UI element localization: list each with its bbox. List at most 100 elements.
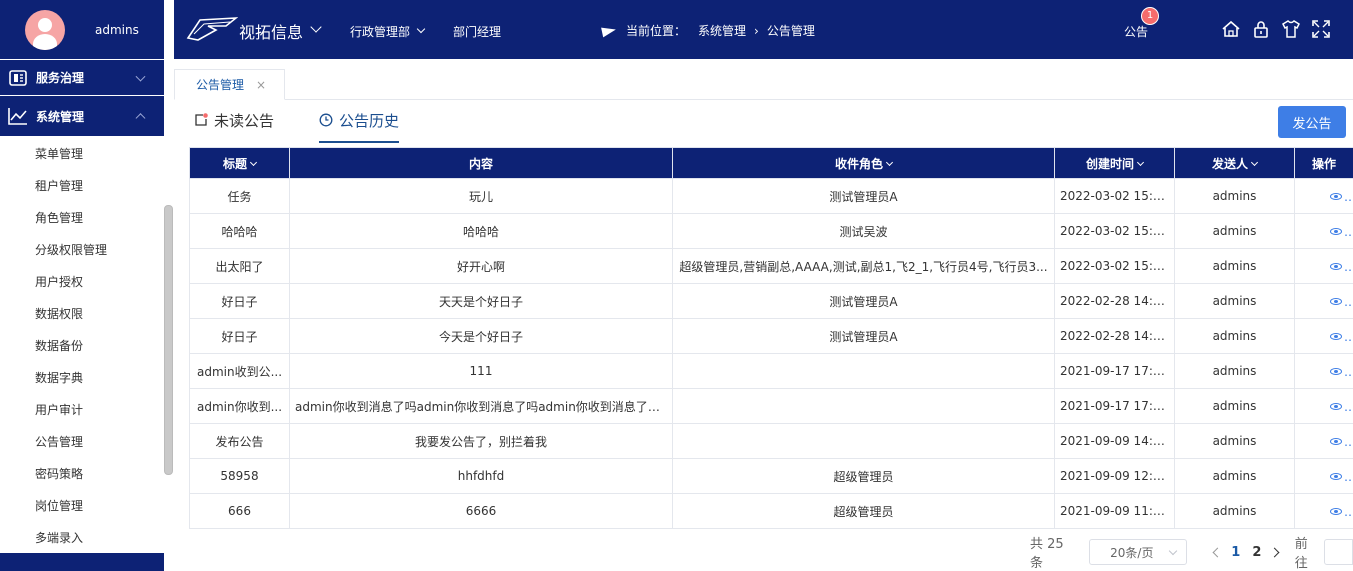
sort-icon[interactable] (1250, 158, 1259, 166)
publish-notice-button[interactable]: 发公告 (1278, 106, 1346, 138)
sidebar-group-next[interactable] (0, 553, 164, 571)
cell-time: 2021-09-17 17:31... (1054, 353, 1175, 389)
cell-title: 哈哈哈 (189, 213, 290, 249)
sort-icon[interactable] (885, 158, 894, 166)
total-count: 共 25 条 (1030, 537, 1064, 571)
sidebar-item-data-backup[interactable]: 数据备份 (0, 330, 164, 362)
cell-content: hhfdhfd (289, 458, 673, 494)
cell-content: 玩儿 (289, 178, 673, 214)
cell-sender: admins (1174, 423, 1295, 459)
sidebar-item-tenant[interactable]: 租户管理 (0, 170, 164, 202)
cell-time: 2022-02-28 14:31... (1054, 283, 1175, 319)
tab-notice-history[interactable]: 公告历史 (319, 110, 400, 143)
brand-name[interactable]: 视拓信息 (239, 19, 303, 43)
eye-icon[interactable] (1330, 227, 1342, 235)
table-header-row: 标题 内容 收件角色 创建时间 发送人 操作 (189, 147, 1353, 179)
notice-table: 标题 内容 收件角色 创建时间 发送人 操作 任务 玩儿测试管理员A 2022-03… (189, 147, 1353, 530)
column-header-roles[interactable]: 收件角色 (672, 147, 1055, 179)
shirt-icon[interactable] (1281, 19, 1301, 39)
sidebar-item-multi-entry[interactable]: 多端录入 (0, 522, 164, 554)
cell-roles: 测试管理员A (672, 318, 1055, 354)
sidebar-item-user-audit[interactable]: 用户审计 (0, 394, 164, 426)
notice-link[interactable]: 公告 (1124, 23, 1148, 40)
notice-badge: 1 (1141, 7, 1159, 25)
chevron-down-icon (1168, 546, 1177, 556)
lock-icon[interactable] (1251, 19, 1271, 39)
page-number[interactable]: 1 (1231, 545, 1240, 560)
cell-actions: 详 (1294, 493, 1353, 529)
sidebar-scrollbar[interactable] (164, 205, 173, 475)
sidebar-item-user-auth[interactable]: 用户授权 (0, 266, 164, 298)
cell-content: 天天是个好日子 (289, 283, 673, 319)
cell-content: 111 (289, 353, 673, 389)
cell-actions: 详 (1294, 213, 1353, 249)
eye-icon[interactable] (1330, 367, 1342, 375)
close-icon[interactable]: × (256, 78, 266, 92)
nav-role[interactable]: 部门经理 (453, 23, 501, 40)
cell-time: 2022-02-28 14:29... (1054, 318, 1175, 354)
sidebar-group-label: 系统管理 (36, 109, 85, 124)
brand-logo (186, 17, 238, 41)
nav-department[interactable]: 行政管理部 (350, 23, 410, 40)
chevron-down-icon[interactable] (310, 21, 322, 33)
sidebar-item-role[interactable]: 角色管理 (0, 202, 164, 234)
tab-unread-notice[interactable]: 未读公告 (194, 110, 274, 142)
cell-time: 2022-03-02 15:30... (1054, 213, 1175, 249)
page-size-select[interactable]: 20条/页 (1089, 539, 1187, 565)
sidebar-group-service[interactable]: 服务治理 (0, 60, 164, 95)
eye-icon[interactable] (1330, 297, 1342, 305)
table-row: 发布公告 我要发公告了，别拦着我 2021-09-09 14:27... admins… (189, 423, 1353, 459)
sidebar: admins 服务治理 系统管理 菜单管理 租户管理 角色管理 分级权限管理 用… (0, 0, 164, 571)
tab-notice-management[interactable]: 公告管理 × (174, 69, 285, 100)
page-size-value: 20条/页 (1110, 545, 1154, 560)
goto-page-input[interactable] (1323, 539, 1353, 565)
column-header-content: 内容 (289, 147, 673, 179)
table-row: 哈哈哈哈哈哈测试吴波2022-03-02 15:30...admins详 (189, 213, 1353, 249)
sidebar-item-menu[interactable]: 菜单管理 (0, 138, 164, 170)
column-header-title[interactable]: 标题 (189, 147, 290, 179)
table-row: 58958 hhfdhfd 超级管理员 2021-09-09 12:00... admi… (189, 458, 1353, 494)
eye-icon[interactable] (1330, 402, 1342, 410)
eye-icon[interactable] (1330, 332, 1342, 340)
sort-icon[interactable] (249, 158, 258, 166)
eye-icon[interactable] (1330, 192, 1342, 200)
eye-icon[interactable] (1330, 507, 1342, 515)
cell-sender: admins (1174, 283, 1295, 319)
avatar[interactable] (25, 9, 65, 50)
cell-time: 2021-09-09 11:58... (1054, 493, 1175, 529)
chevron-down-icon[interactable] (416, 24, 426, 34)
prev-page-button[interactable] (1206, 542, 1225, 562)
table-row: 好日子 天天是个好日子 测试管理员A 2022-02-28 14:31... admin… (189, 283, 1353, 319)
breadcrumb-item[interactable]: 系统管理 (698, 22, 746, 39)
top-header: 视拓信息 行政管理部 部门经理 当前位置： 系统管理 › 公告管理 公告 1 (174, 0, 1353, 59)
cell-time: 2021-09-09 14:27... (1054, 423, 1175, 459)
eye-icon[interactable] (1330, 437, 1342, 445)
cell-title: 任务 (189, 178, 290, 214)
cell-actions: 详 (1294, 248, 1353, 284)
home-icon[interactable] (1221, 19, 1241, 39)
table-row: 6666666超级管理员2021-09-09 11:58...admins详 (189, 493, 1353, 529)
eye-icon[interactable] (1330, 262, 1342, 270)
cell-roles (672, 423, 1055, 459)
fullscreen-icon[interactable] (1311, 19, 1331, 39)
column-header-sender[interactable]: 发送人 (1174, 147, 1295, 179)
sidebar-item-grade-permission[interactable]: 分级权限管理 (0, 234, 164, 266)
sidebar-item-dictionary[interactable]: 数据字典 (0, 362, 164, 394)
sidebar-group-label: 服务治理 (36, 71, 85, 85)
sidebar-group-system[interactable]: 系统管理 (0, 96, 164, 136)
chart-line-icon (8, 106, 28, 126)
sort-icon[interactable] (1136, 158, 1145, 166)
sidebar-item-data-permission[interactable]: 数据权限 (0, 298, 164, 330)
sidebar-item-password-policy[interactable]: 密码策略 (0, 458, 164, 490)
eye-icon[interactable] (1330, 472, 1342, 480)
location-label: 当前位置： (626, 24, 687, 38)
cell-title: 发布公告 (189, 423, 290, 459)
breadcrumb-item: 公告管理 (766, 24, 815, 38)
page-number[interactable]: 2 (1252, 545, 1261, 560)
column-header-time[interactable]: 创建时间 (1054, 147, 1175, 179)
tab-label: 公告管理 (196, 78, 245, 92)
sidebar-item-notice[interactable]: 公告管理 (0, 426, 164, 458)
next-page-button[interactable] (1267, 542, 1286, 562)
paper-plane-icon (601, 24, 617, 37)
sidebar-item-position[interactable]: 岗位管理 (0, 490, 164, 522)
